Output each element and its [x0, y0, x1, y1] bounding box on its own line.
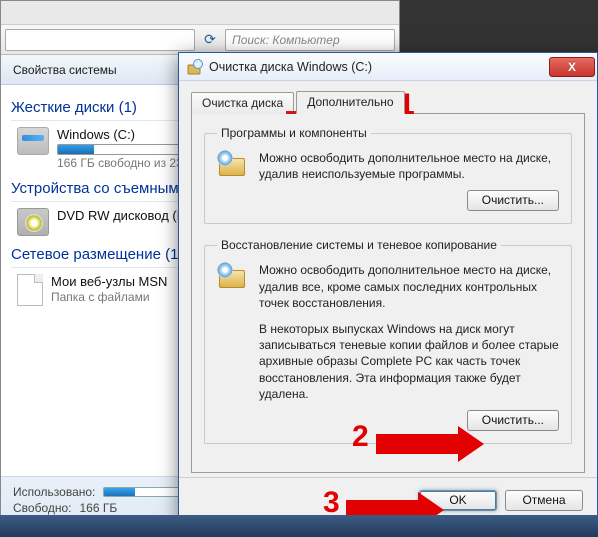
- group-restore-legend: Восстановление системы и теневое копиров…: [217, 238, 501, 252]
- installer-icon: [217, 150, 249, 178]
- explorer-menubar: [1, 1, 399, 25]
- close-button[interactable]: X: [549, 57, 595, 77]
- cleanup-programs-button[interactable]: Очистить...: [467, 190, 559, 211]
- group-system-restore: Восстановление системы и теневое копиров…: [204, 238, 572, 444]
- free-label: Свободно:: [13, 501, 72, 515]
- disk-cleanup-icon: [187, 59, 203, 75]
- msn-sub: Папка с файлами: [51, 290, 167, 304]
- tab-panel-more-options: Программы и компоненты Можно освободить …: [191, 113, 585, 473]
- folder-file-icon: [17, 274, 43, 306]
- tab-disk-cleanup[interactable]: Очистка диска: [191, 92, 294, 114]
- dialog-titlebar[interactable]: Очистка диска Windows (C:) X: [179, 53, 597, 81]
- dvd-drive-name: DVD RW дисковод (D:): [57, 208, 194, 223]
- explorer-navbar: ⟳ Поиск: Компьютер: [1, 25, 399, 55]
- system-properties-button[interactable]: Свойства системы: [13, 63, 117, 77]
- taskbar-fragment: [0, 515, 598, 537]
- used-label: Использовано:: [13, 485, 95, 499]
- dvd-icon: [17, 208, 49, 236]
- drive-c-usage-bar: [57, 144, 187, 155]
- cleanup-restore-button[interactable]: Очистить...: [467, 410, 559, 431]
- restore-description-1: Можно освободить дополнительное место на…: [259, 262, 559, 311]
- cancel-button[interactable]: Отмена: [505, 490, 583, 511]
- ok-button[interactable]: OK: [419, 490, 497, 511]
- search-input[interactable]: Поиск: Компьютер: [225, 29, 395, 51]
- installer-icon: [217, 262, 249, 290]
- tab-more-options[interactable]: Дополнительно: [296, 91, 404, 114]
- address-bar[interactable]: [5, 29, 195, 51]
- group-programs-legend: Программы и компоненты: [217, 126, 371, 140]
- refresh-icon[interactable]: ⟳: [199, 29, 221, 51]
- tab-strip: Очистка диска Дополнительно: [191, 91, 585, 114]
- group-programs-and-components: Программы и компоненты Можно освободить …: [204, 126, 572, 224]
- restore-description-2: В некоторых выпусках Windows на диск мог…: [259, 321, 559, 402]
- disk-cleanup-dialog: Очистка диска Windows (C:) X Очистка дис…: [178, 52, 598, 524]
- drive-c-free-text: 166 ГБ свободно из 232: [57, 156, 189, 170]
- drive-c-name: Windows (C:): [57, 127, 189, 142]
- hdd-icon: [17, 127, 49, 155]
- dialog-title: Очистка диска Windows (C:): [209, 60, 372, 74]
- programs-description: Можно освободить дополнительное место на…: [259, 150, 559, 182]
- msn-name: Мои веб-узлы MSN: [51, 274, 167, 289]
- free-value: 166 ГБ: [80, 501, 118, 515]
